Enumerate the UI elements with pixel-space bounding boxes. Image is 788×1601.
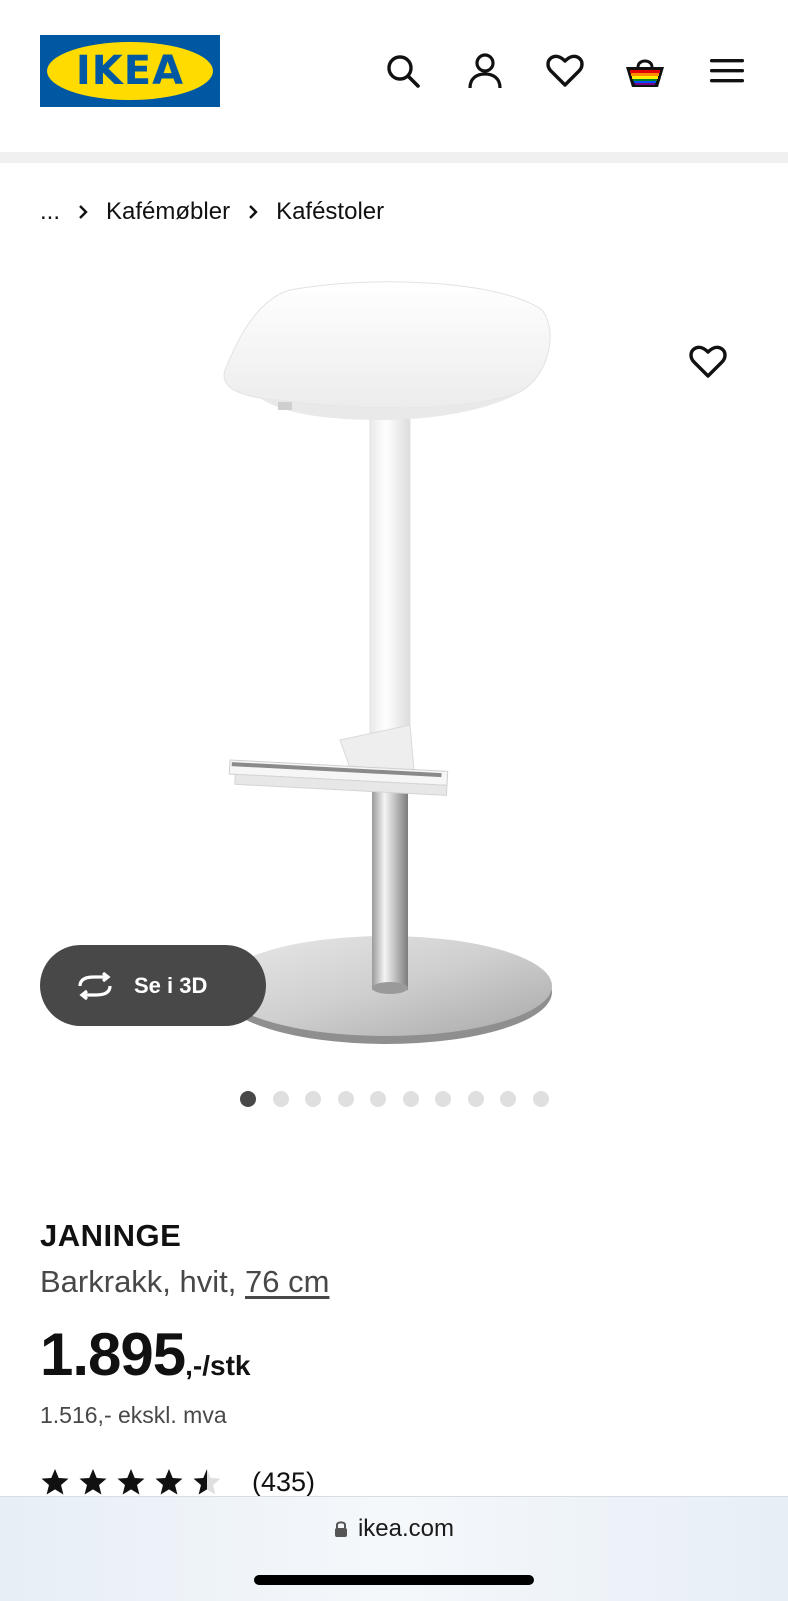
see-in-3d-button[interactable]: Se i 3D [40, 945, 266, 1026]
carousel-dot[interactable] [305, 1091, 321, 1107]
search-icon[interactable] [382, 50, 424, 92]
site-header: IKEA [0, 0, 788, 152]
logo-wordmark: IKEA [75, 48, 185, 94]
product-image[interactable] [200, 270, 580, 1070]
browser-bottom-bar: ikea.com [0, 1496, 788, 1601]
rotate-3d-icon [74, 971, 116, 1000]
breadcrumb-item-ellipsis[interactable]: ... [40, 198, 60, 226]
ikea-logo[interactable]: IKEA [40, 35, 220, 107]
star-icon [117, 1469, 145, 1495]
basket-icon[interactable] [624, 50, 666, 92]
carousel-dot[interactable] [337, 1091, 354, 1107]
user-icon[interactable] [464, 50, 506, 92]
star-icon [41, 1469, 69, 1495]
price-ex-vat: 1.516,- ekskl. mva [40, 1402, 227, 1428]
star-icon [155, 1469, 183, 1495]
review-count: (435) [252, 1466, 316, 1497]
product-price: 1.895 ,-/stk [40, 1320, 251, 1389]
image-carousel-dots [0, 1090, 788, 1110]
product-description: Barkrakk, hvit, 76 cm [40, 1264, 329, 1300]
carousel-dot[interactable] [402, 1091, 419, 1107]
price-suffix: ,-/stk [185, 1350, 251, 1381]
price-main: 1.895 [40, 1321, 186, 1388]
carousel-dot[interactable] [272, 1091, 289, 1107]
url-text: ikea.com [357, 1515, 455, 1542]
star-icon [79, 1469, 107, 1495]
breadcrumb: ... Kafémøbler Kaféstoler [40, 192, 384, 232]
star-icon [193, 1469, 221, 1495]
product-name: JANINGE [40, 1218, 182, 1253]
chevron-right-icon [78, 204, 88, 220]
carousel-dot[interactable] [532, 1091, 549, 1107]
see-in-3d-label: Se i 3D [134, 972, 208, 998]
heart-icon[interactable] [544, 50, 586, 92]
lock-icon [334, 1520, 348, 1538]
menu-icon[interactable] [706, 50, 748, 92]
favorite-heart-icon[interactable] [684, 338, 732, 386]
header-divider [0, 152, 788, 163]
product-rating[interactable]: (435) [40, 1464, 315, 1500]
carousel-dot[interactable] [467, 1091, 484, 1107]
home-indicator [254, 1575, 534, 1585]
product-description-text: Barkrakk, hvit, [40, 1264, 245, 1299]
breadcrumb-item-kafestoler[interactable]: Kaféstoler [276, 198, 384, 226]
address-bar[interactable]: ikea.com [0, 1515, 788, 1543]
rating-stars [40, 1468, 222, 1496]
product-size-link[interactable]: 76 cm [245, 1264, 329, 1299]
carousel-dot[interactable] [435, 1091, 451, 1107]
breadcrumb-item-kafemobler[interactable]: Kafémøbler [106, 198, 230, 226]
carousel-dot[interactable] [370, 1091, 386, 1107]
chevron-right-icon [248, 204, 258, 220]
carousel-dot[interactable] [240, 1091, 256, 1107]
carousel-dot[interactable] [500, 1091, 516, 1107]
